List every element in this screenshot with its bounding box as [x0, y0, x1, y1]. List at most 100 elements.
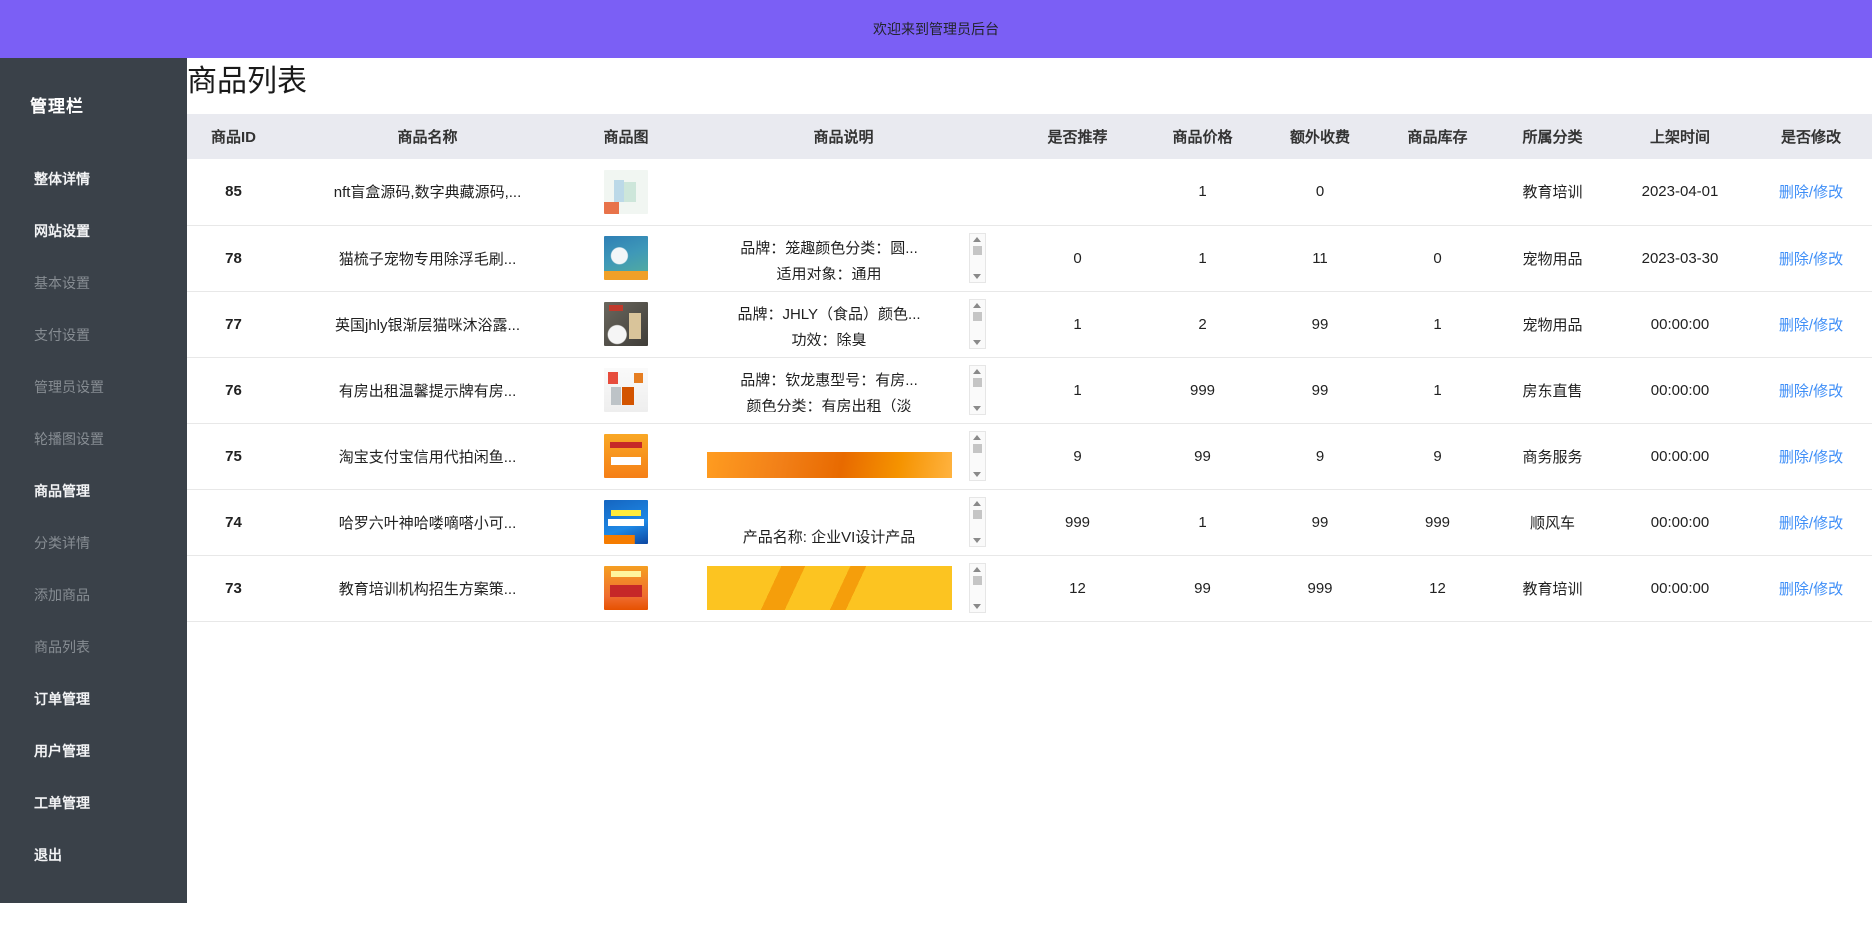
- sidebar-item-退出[interactable]: 退出: [0, 829, 187, 881]
- stock-value: 9: [1380, 423, 1495, 489]
- sidebar-item-用户管理[interactable]: 用户管理: [0, 725, 187, 777]
- stock-value: 0: [1380, 225, 1495, 291]
- extra-fee-value: 0: [1260, 159, 1380, 225]
- shelf-time-value: 00:00:00: [1610, 489, 1750, 555]
- delete-edit-link[interactable]: 删除/修改: [1779, 581, 1843, 598]
- scroll-down-arrow-icon[interactable]: [973, 538, 981, 543]
- description-image: [707, 452, 952, 478]
- description-line: 颜色分类：有房出租（淡: [702, 394, 957, 412]
- scrollbar-thumb[interactable]: [973, 510, 982, 519]
- table-row: 78猫梳子宠物专用除浮毛刷...品牌：笼趣颜色分类：圆...适用对象：通用011…: [187, 225, 1872, 291]
- shelf-time-value: 00:00:00: [1610, 555, 1750, 621]
- product-thumbnail-education-orange: [604, 566, 648, 610]
- product-description-cell: 品牌：笼趣颜色分类：圆...适用对象：通用: [677, 225, 1010, 291]
- recommend-value: 1: [1010, 291, 1145, 357]
- scrollbar-track[interactable]: [973, 374, 982, 406]
- product-description: 产品名称: 企业VI设计产品: [702, 500, 957, 544]
- table-row: 73教育培训机构招生方案策...129999912教育培训00:00:00删除/…: [187, 555, 1872, 621]
- description-scrollbar[interactable]: [969, 497, 986, 547]
- product-image-cell: [575, 225, 677, 291]
- stock-value: 1: [1380, 291, 1495, 357]
- column-header-所属分类: 所属分类: [1495, 114, 1610, 159]
- sidebar-item-基本设置[interactable]: 基本设置: [0, 257, 187, 309]
- product-id: 78: [187, 225, 280, 291]
- scrollbar-thumb[interactable]: [973, 246, 982, 255]
- scrollbar-thumb[interactable]: [973, 576, 982, 585]
- scroll-down-arrow-icon[interactable]: [973, 604, 981, 609]
- description-scrollbar[interactable]: [969, 431, 986, 481]
- delete-edit-link[interactable]: 删除/修改: [1779, 515, 1843, 532]
- product-thumbnail-cat-brush-blue: [604, 236, 648, 280]
- sidebar-item-添加商品[interactable]: 添加商品: [0, 569, 187, 621]
- sidebar-item-整体详情[interactable]: 整体详情: [0, 153, 187, 205]
- price-value: 99: [1145, 555, 1260, 621]
- scrollbar-track[interactable]: [973, 440, 982, 472]
- product-image-cell: [575, 159, 677, 225]
- scrollbar-thumb[interactable]: [973, 444, 982, 453]
- shelf-time-value: 00:00:00: [1610, 423, 1750, 489]
- extra-fee-value: 9: [1260, 423, 1380, 489]
- delete-edit-link[interactable]: 删除/修改: [1779, 449, 1843, 466]
- sidebar-item-分类详情[interactable]: 分类详情: [0, 517, 187, 569]
- column-header-商品名称: 商品名称: [280, 114, 575, 159]
- table-header-row: 商品ID商品名称商品图商品说明是否推荐商品价格额外收费商品库存所属分类上架时间是…: [187, 114, 1872, 159]
- sidebar-item-订单管理[interactable]: 订单管理: [0, 673, 187, 725]
- product-name: 猫梳子宠物专用除浮毛刷...: [280, 225, 575, 291]
- extra-fee-value: 999: [1260, 555, 1380, 621]
- product-table: 商品ID商品名称商品图商品说明是否推荐商品价格额外收费商品库存所属分类上架时间是…: [187, 114, 1872, 622]
- extra-fee-value: 99: [1260, 357, 1380, 423]
- sidebar-item-网站设置[interactable]: 网站设置: [0, 205, 187, 257]
- product-id: 85: [187, 159, 280, 225]
- stock-value: 12: [1380, 555, 1495, 621]
- product-image-cell: [575, 423, 677, 489]
- scrollbar-track[interactable]: [973, 572, 982, 604]
- shelf-time-value: 00:00:00: [1610, 357, 1750, 423]
- product-image-cell: [575, 357, 677, 423]
- column-header-是否修改: 是否修改: [1750, 114, 1872, 159]
- product-description: [702, 434, 957, 478]
- product-name: 哈罗六叶神哈喽嘀嗒小可...: [280, 489, 575, 555]
- delete-edit-link[interactable]: 删除/修改: [1779, 251, 1843, 268]
- column-header-上架时间: 上架时间: [1610, 114, 1750, 159]
- recommend-value: 1: [1010, 357, 1145, 423]
- description-scrollbar[interactable]: [969, 563, 986, 613]
- scrollbar-track[interactable]: [973, 242, 982, 274]
- sidebar-item-工单管理[interactable]: 工单管理: [0, 777, 187, 829]
- table-row: 74哈罗六叶神哈喽嘀嗒小可...产品名称: 企业VI设计产品999199999顺…: [187, 489, 1872, 555]
- description-image: [707, 566, 952, 610]
- product-image-cell: [575, 291, 677, 357]
- description-line: 功效：除臭: [702, 328, 957, 346]
- description-scrollbar[interactable]: [969, 365, 986, 415]
- action-cell: 删除/修改: [1750, 291, 1872, 357]
- delete-edit-link[interactable]: 删除/修改: [1779, 184, 1843, 201]
- sidebar-item-商品列表[interactable]: 商品列表: [0, 621, 187, 673]
- product-id: 73: [187, 555, 280, 621]
- scrollbar-track[interactable]: [973, 308, 982, 340]
- delete-edit-link[interactable]: 删除/修改: [1779, 383, 1843, 400]
- product-image-cell: [575, 489, 677, 555]
- sidebar-item-支付设置[interactable]: 支付设置: [0, 309, 187, 361]
- scroll-down-arrow-icon[interactable]: [973, 406, 981, 411]
- product-image-cell: [575, 555, 677, 621]
- sidebar-item-商品管理[interactable]: 商品管理: [0, 465, 187, 517]
- category-value: 宠物用品: [1495, 225, 1610, 291]
- column-header-商品图: 商品图: [575, 114, 677, 159]
- scrollbar-thumb[interactable]: [973, 312, 982, 321]
- recommend-value: 9: [1010, 423, 1145, 489]
- sidebar-title: 管理栏: [0, 58, 187, 117]
- sidebar-item-轮播图设置[interactable]: 轮播图设置: [0, 413, 187, 465]
- scroll-down-arrow-icon[interactable]: [973, 274, 981, 279]
- product-thumbnail-rental-signs: [604, 368, 648, 412]
- product-description-cell: [677, 555, 1010, 621]
- sidebar-item-管理员设置[interactable]: 管理员设置: [0, 361, 187, 413]
- delete-edit-link[interactable]: 删除/修改: [1779, 317, 1843, 334]
- scroll-down-arrow-icon[interactable]: [973, 340, 981, 345]
- scrollbar-thumb[interactable]: [973, 378, 982, 387]
- category-value: 商务服务: [1495, 423, 1610, 489]
- action-cell: 删除/修改: [1750, 489, 1872, 555]
- description-scrollbar[interactable]: [969, 299, 986, 349]
- description-scrollbar[interactable]: [969, 233, 986, 283]
- scrollbar-track[interactable]: [973, 506, 982, 538]
- scroll-down-arrow-icon[interactable]: [973, 472, 981, 477]
- extra-fee-value: 99: [1260, 489, 1380, 555]
